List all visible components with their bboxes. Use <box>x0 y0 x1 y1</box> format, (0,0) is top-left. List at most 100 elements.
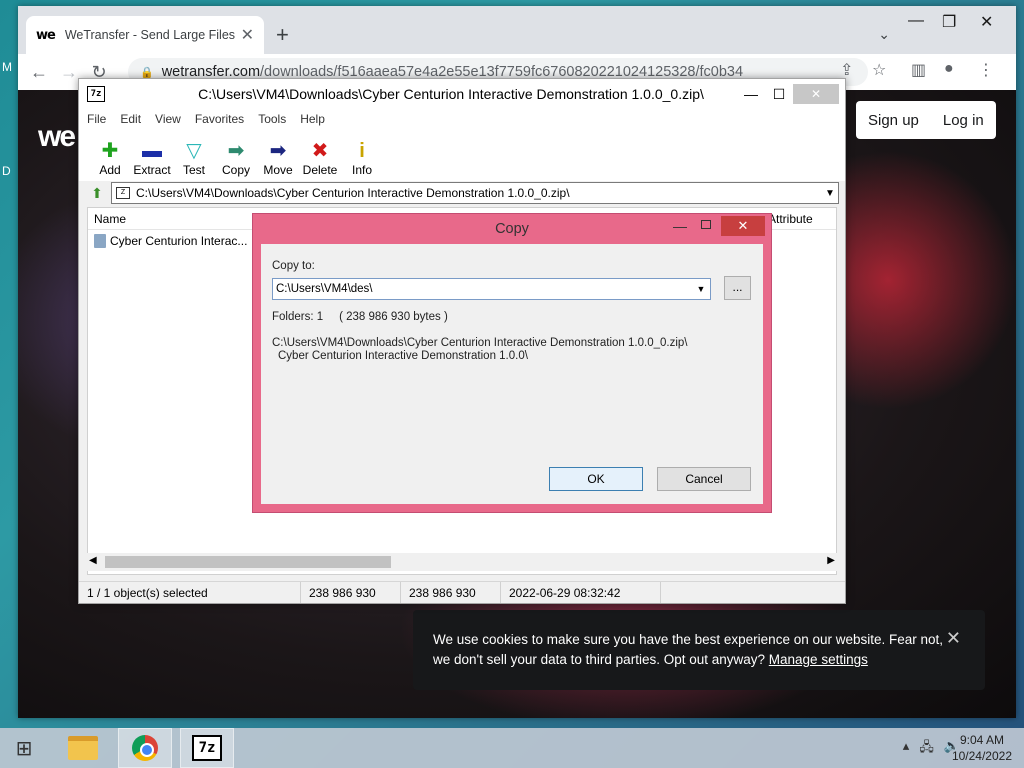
status-packed: 238 986 930 <box>401 582 501 603</box>
close-window-icon[interactable]: ✕ <box>980 12 993 32</box>
wetransfer-favicon-icon: we <box>36 27 56 43</box>
tab-close-icon[interactable]: ✕ <box>241 25 254 45</box>
copy-dialog-body: Copy to: C:\Users\VM4\des\ ▼ ... Folders… <box>261 244 763 504</box>
manage-settings-link[interactable]: Manage settings <box>769 652 868 667</box>
sevenzip-toolbar: ✚ Add ▬ Extract ▽ Test ➡ Copy ➡ Move ✖ Delete … <box>79 129 845 181</box>
taskbar-chrome[interactable] <box>118 728 172 768</box>
source-path-line1: C:\Users\VM4\Downloads\Cyber Centurion I… <box>272 337 688 349</box>
copy-dialog: Copy — ✕ Copy to: C:\Users\VM4\des\ ▼ ..… <box>252 213 772 513</box>
dialog-close-icon[interactable]: ✕ <box>721 216 765 236</box>
ok-button[interactable]: OK <box>549 467 643 491</box>
test-button[interactable]: ▽ Test <box>173 129 215 181</box>
cookie-text-line1: We use cookies to make sure you have the… <box>433 632 944 647</box>
cancel-button[interactable]: Cancel <box>657 467 751 491</box>
copy-to-input[interactable]: C:\Users\VM4\des\ <box>273 283 692 295</box>
clock[interactable]: 9:04 AM 10/24/2022 <box>952 732 1012 764</box>
desktop-letter-d: D <box>2 164 11 178</box>
dialog-maximize-icon[interactable] <box>701 220 711 229</box>
info-icon: i <box>359 140 365 162</box>
move-button[interactable]: ➡ Move <box>257 129 299 181</box>
taskbar-file-explorer[interactable] <box>56 728 110 768</box>
extract-label: Extract <box>133 163 171 177</box>
minimize-icon[interactable]: — <box>908 12 924 30</box>
add-icon: ✚ <box>101 140 119 162</box>
copy-icon: ➡ <box>227 140 245 162</box>
copy-to-combobox[interactable]: C:\Users\VM4\des\ ▼ <box>272 278 711 300</box>
scrollbar-thumb[interactable] <box>105 556 391 568</box>
windows-start-icon[interactable]: ⊞ <box>0 736 48 761</box>
folder-up-icon[interactable]: ⬆ <box>83 185 111 202</box>
copy-dialog-titlebar: Copy — ✕ <box>253 214 771 244</box>
taskbar-sevenzip[interactable]: 7z <box>180 728 234 768</box>
tray-chevron-up-icon[interactable]: ▴ <box>903 738 910 760</box>
menu-file[interactable]: File <box>87 112 106 126</box>
new-tab-icon[interactable]: + <box>276 22 289 48</box>
share-icon[interactable]: ⇪ <box>840 60 853 80</box>
tab-strip: we WeTransfer - Send Large Files & ✕ + ⌄… <box>18 6 1016 54</box>
menu-help[interactable]: Help <box>300 112 325 126</box>
status-size: 238 986 930 <box>301 582 401 603</box>
bookmark-star-icon[interactable]: ☆ <box>872 60 886 80</box>
status-modified: 2022-06-29 08:32:42 <box>501 582 661 603</box>
desktop-letter-m: M <box>2 60 12 74</box>
taskbar: ⊞ 7z ▴ 🖧 🔈 9:04 AM 10/24/2022 <box>0 728 1024 768</box>
clock-time: 9:04 AM <box>959 733 1004 747</box>
restore-icon[interactable]: ❐ <box>942 12 956 32</box>
cookie-close-icon[interactable]: ✕ <box>946 628 961 648</box>
add-label: Add <box>99 163 121 177</box>
sevenzip-app-icon: 7z <box>87 86 105 102</box>
zip-archive-icon: Z <box>116 187 130 199</box>
network-icon[interactable]: 🖧 <box>919 738 934 760</box>
folder-icon <box>94 234 106 248</box>
menu-edit[interactable]: Edit <box>120 112 141 126</box>
sevenzip-maximize-icon[interactable]: ☐ <box>765 86 793 103</box>
tab-title: WeTransfer - Send Large Files & <box>64 28 235 42</box>
status-selected: 1 / 1 object(s) selected <box>79 582 301 603</box>
test-icon: ▽ <box>186 140 202 162</box>
browse-button[interactable]: ... <box>724 276 751 300</box>
sevenzip-close-icon[interactable]: ✕ <box>793 84 839 104</box>
info-button[interactable]: i Info <box>341 129 383 181</box>
lock-icon: 🔒 <box>140 66 154 79</box>
tab-search-chevron-icon[interactable]: ⌄ <box>878 26 890 43</box>
copy-to-label: Copy to: <box>272 260 315 272</box>
chrome-icon <box>132 735 158 761</box>
signup-button[interactable]: Sign up <box>856 112 931 129</box>
cookie-banner: We use cookies to make sure you have the… <box>413 610 985 690</box>
back-icon[interactable]: ← <box>24 62 54 83</box>
login-button[interactable]: Log in <box>931 112 996 129</box>
profile-avatar-icon[interactable]: ● <box>944 60 954 78</box>
add-button[interactable]: ✚ Add <box>89 129 131 181</box>
chevron-down-icon[interactable]: ▼ <box>692 284 710 294</box>
sevenzip-title: C:\Users\VM4\Downloads\Cyber Centurion I… <box>198 86 704 102</box>
move-icon: ➡ <box>269 140 287 162</box>
scroll-right-icon[interactable]: ▶ <box>827 555 835 566</box>
sevenzip-minimize-icon[interactable]: — <box>737 86 765 102</box>
scroll-left-icon[interactable]: ◀ <box>89 555 97 566</box>
menu-tools[interactable]: Tools <box>258 112 286 126</box>
cookie-text-line2: we don't sell your data to third parties… <box>433 650 965 670</box>
chrome-menu-icon[interactable]: ⋮ <box>978 60 994 80</box>
extract-icon: ▬ <box>142 140 162 162</box>
column-attributes[interactable]: Attribute <box>768 212 813 226</box>
copy-label: Copy <box>221 163 250 177</box>
sevenzip-address-combo[interactable]: Z C:\Users\VM4\Downloads\Cyber Centurion… <box>111 182 839 204</box>
menu-view[interactable]: View <box>155 112 181 126</box>
list-item-name: Cyber Centurion Interac... <box>110 234 248 248</box>
dialog-minimize-icon[interactable]: — <box>673 218 687 234</box>
chevron-down-icon[interactable]: ▼ <box>822 188 838 199</box>
clock-date: 10/24/2022 <box>951 749 1012 763</box>
delete-button[interactable]: ✖ Delete <box>299 129 341 181</box>
horizontal-scrollbar[interactable]: ◀ ▶ <box>87 553 837 571</box>
side-panel-icon[interactable]: ▥ <box>911 60 926 80</box>
move-label: Move <box>263 163 293 177</box>
browser-tab[interactable]: we WeTransfer - Send Large Files & ✕ <box>26 16 264 54</box>
file-explorer-icon <box>68 736 98 760</box>
extract-button[interactable]: ▬ Extract <box>131 129 173 181</box>
wetransfer-logo[interactable]: we <box>38 120 76 154</box>
test-label: Test <box>182 163 205 177</box>
status-bar: 1 / 1 object(s) selected 238 986 930 238… <box>79 581 845 603</box>
menu-favorites[interactable]: Favorites <box>195 112 244 126</box>
copy-button[interactable]: ➡ Copy <box>215 129 257 181</box>
sevenzip-taskbar-icon: 7z <box>192 735 222 761</box>
